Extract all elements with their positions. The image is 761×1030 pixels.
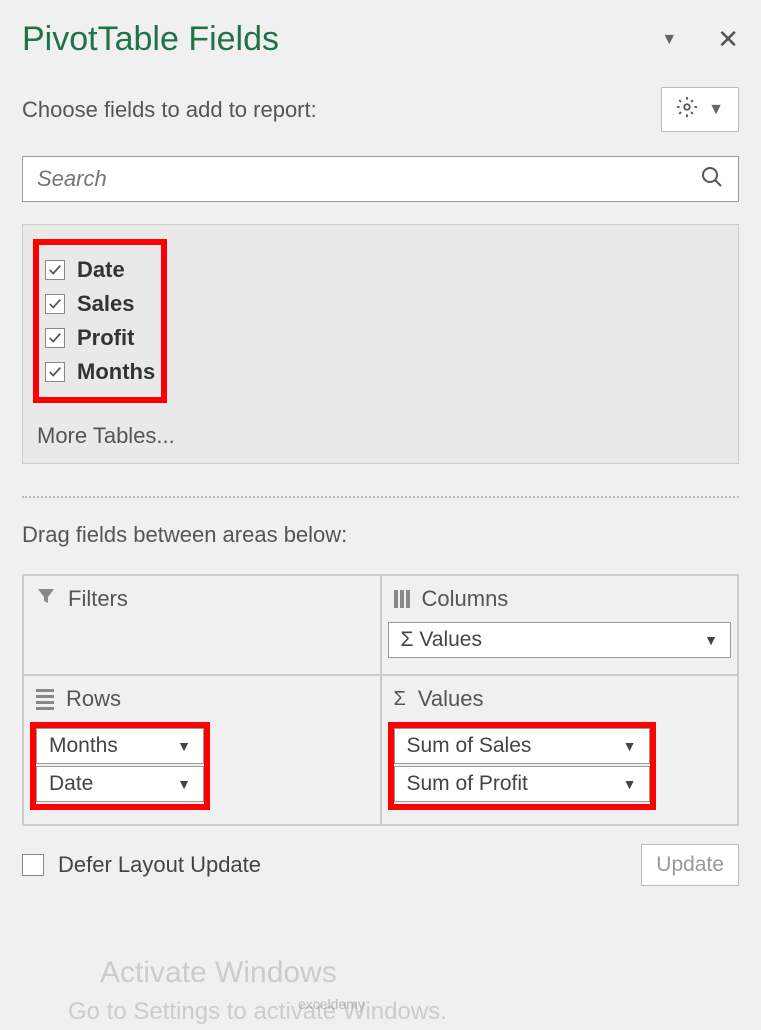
field-label: Months [77,359,155,385]
chevron-down-icon: ▼ [708,101,724,119]
drag-instruction: Drag fields between areas below: [22,522,739,548]
logo-watermark: exceldemy [298,996,365,1012]
field-item[interactable]: Sales [45,287,155,321]
chevron-down-icon: ▼ [704,632,718,648]
area-title: Columns [422,586,509,612]
fields-list[interactable]: Date Sales Profit Months More Tables... [22,224,739,464]
field-item[interactable]: Profit [45,321,155,355]
defer-label: Defer Layout Update [58,852,261,878]
checkbox-icon[interactable] [45,362,65,382]
item-label: Σ Values [401,628,482,652]
update-button[interactable]: Update [641,844,739,886]
area-title: Filters [68,586,128,612]
columns-area[interactable]: Columns Σ Values ▼ [381,575,739,675]
rows-icon [36,689,54,710]
sigma-icon: Σ [394,688,406,711]
field-item[interactable]: Date [45,253,155,287]
close-icon[interactable]: ✕ [717,24,739,55]
search-icon [700,165,724,194]
checkbox-icon[interactable] [22,854,44,876]
field-label: Profit [77,325,134,351]
filter-icon [36,586,56,612]
checkbox-icon[interactable] [45,260,65,280]
tools-button[interactable]: ▼ [661,87,739,132]
search-box[interactable] [22,156,739,202]
area-title: Rows [66,686,121,712]
filters-area[interactable]: Filters [23,575,381,675]
values-area[interactable]: Σ Values Sum of Sales ▼ Sum of Profit ▼ … [381,675,739,825]
watermark-subtext: Go to Settings to activate Windows. [68,998,447,1026]
more-tables-link[interactable]: More Tables... [33,411,728,453]
field-item[interactable]: Months [45,355,155,389]
search-input[interactable] [37,166,700,192]
subheader-text: Choose fields to add to report: [22,97,317,123]
area-item[interactable]: Σ Values ▼ [388,622,732,658]
defer-layout-option[interactable]: Defer Layout Update [22,852,261,878]
checkbox-icon[interactable] [45,328,65,348]
areas-grid: Filters Columns Σ Values ▼ Rows Months ▼… [22,574,739,826]
rows-area[interactable]: Rows Months ▼ Date ▼ x x [23,675,381,825]
highlight-fields: Date Sales Profit Months [33,239,167,403]
panel-title: PivotTable Fields [22,20,279,59]
columns-icon [394,590,410,608]
area-title: Values [418,686,484,712]
panel-menu-dropdown[interactable]: ▼ [661,31,677,49]
field-label: Sales [77,291,135,317]
watermark-text: Activate Windows [100,956,337,990]
checkbox-icon[interactable] [45,294,65,314]
field-label: Date [77,257,125,283]
gear-icon [676,96,698,123]
divider [22,496,739,498]
